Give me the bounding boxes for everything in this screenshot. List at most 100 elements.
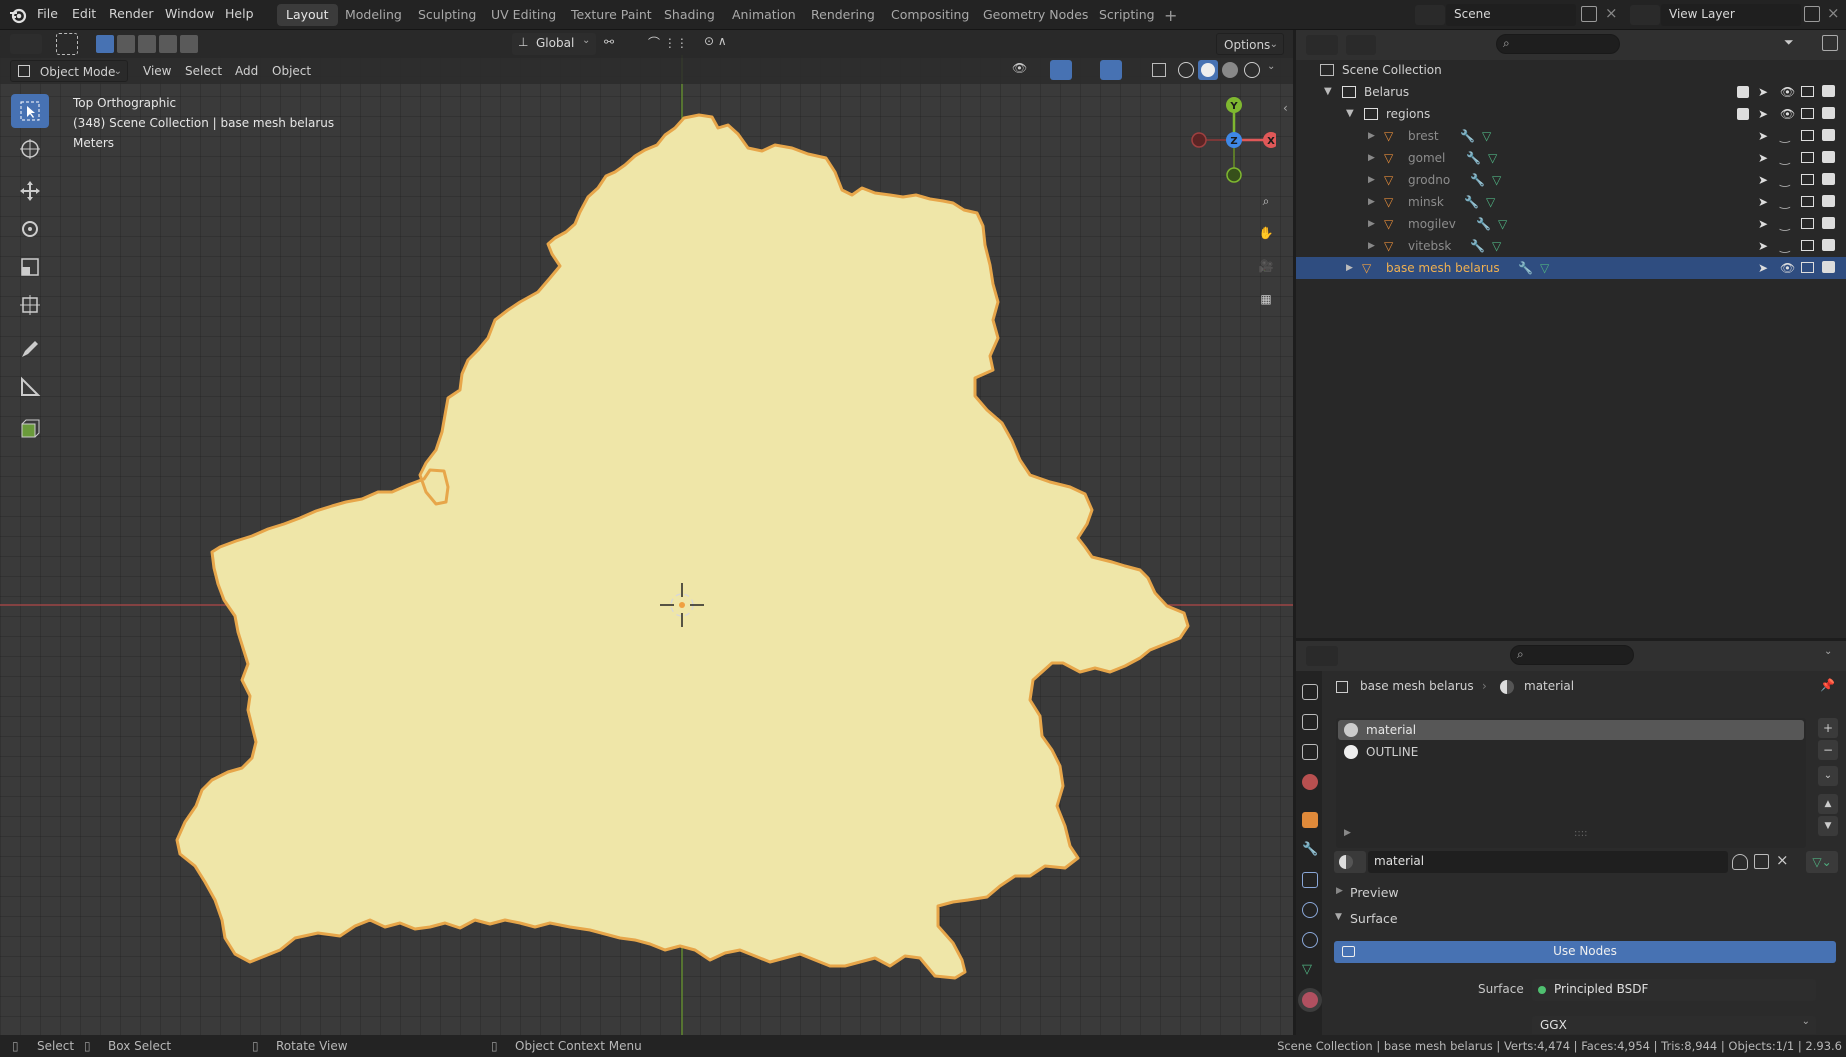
unlink-material-icon[interactable]: × <box>1776 851 1789 869</box>
viewport-disable-icon[interactable] <box>1801 152 1814 163</box>
outliner-editor-icon[interactable] <box>1306 35 1338 55</box>
selection-mode-icons[interactable] <box>96 35 198 53</box>
selectable-icon[interactable]: ➤ <box>1758 169 1768 191</box>
eye-icon[interactable]: 👁 <box>1780 257 1795 279</box>
new-view-layer-icon[interactable] <box>1804 6 1820 22</box>
selectable-icon[interactable]: ➤ <box>1758 147 1768 169</box>
outliner-row-base-mesh-belarus[interactable]: ▶ ▽ base mesh belarus 🔧 ▽ ➤ 👁 <box>1296 257 1846 279</box>
material-browse-button[interactable] <box>1334 851 1366 873</box>
select-tool-icon[interactable] <box>56 33 78 55</box>
distribution-dropdown[interactable]: GGX ⌄ <box>1532 1016 1816 1034</box>
physics-tab-icon[interactable] <box>1302 902 1318 918</box>
viewport-disable-icon[interactable] <box>1801 262 1814 273</box>
pivot-point-icon[interactable]: ⚯ <box>604 35 634 53</box>
delete-scene-icon[interactable]: × <box>1605 4 1618 22</box>
new-scene-icon[interactable] <box>1581 6 1597 22</box>
mode-dropdown[interactable]: Object Mode ⌄ <box>10 60 128 82</box>
viewport-disable-icon[interactable] <box>1801 240 1814 251</box>
transform-orientation-dropdown[interactable]: ⊥ Global ⌄ <box>512 33 596 55</box>
viewport-disable-icon[interactable] <box>1801 130 1814 141</box>
surface-shader-field[interactable]: Principled BSDF <box>1532 979 1816 1001</box>
viewport-disable-icon[interactable] <box>1801 86 1814 97</box>
menu-file[interactable]: File <box>37 6 58 21</box>
outliner-row-gomel[interactable]: ▶ ▽ gomel 🔧 ▽ ➤ ‿ <box>1296 147 1846 169</box>
menu-edit[interactable]: Edit <box>72 6 96 21</box>
expand-arrow-icon[interactable]: ▶ <box>1368 191 1375 213</box>
display-mode-icon[interactable] <box>1346 35 1376 55</box>
outliner-row-minsk[interactable]: ▶ ▽ minsk 🔧 ▽ ➤ ‿ <box>1296 191 1846 213</box>
render-disable-icon[interactable] <box>1822 173 1835 185</box>
expand-arrow-icon[interactable]: ▶ <box>1368 213 1375 235</box>
selectable-icon[interactable]: ➤ <box>1758 81 1768 103</box>
render-disable-icon[interactable] <box>1822 151 1835 163</box>
wireframe-shading-icon[interactable] <box>1178 62 1194 78</box>
camera-view-icon[interactable]: 🎥 <box>1253 253 1279 279</box>
tab-scripting[interactable]: Scripting <box>1090 4 1164 26</box>
outliner-row-belarus[interactable]: ▼ Belarus ➤ 👁 <box>1296 81 1846 103</box>
move-slot-down-button[interactable]: ▼ <box>1818 816 1838 836</box>
resize-handle-icon[interactable]: :::: <box>1574 828 1587 839</box>
add-slot-button[interactable]: + <box>1818 718 1838 738</box>
eye-hidden-icon[interactable]: ‿ <box>1780 147 1790 169</box>
properties-editor-icon[interactable] <box>1306 646 1338 666</box>
cursor-tool[interactable] <box>11 132 49 166</box>
selectable-icon[interactable]: ➤ <box>1758 191 1768 213</box>
render-disable-icon[interactable] <box>1822 129 1835 141</box>
render-disable-icon[interactable] <box>1822 195 1835 207</box>
material-slot-row[interactable]: OUTLINE <box>1338 742 1804 762</box>
expand-arrow-icon[interactable]: ▶ <box>1368 169 1375 191</box>
filter-icon[interactable]: ⏷ <box>1784 35 1794 50</box>
selectable-icon[interactable]: ➤ <box>1758 213 1768 235</box>
eye-icon[interactable]: 👁 <box>1780 103 1795 125</box>
output-tab-icon[interactable] <box>1302 714 1318 730</box>
preview-panel-header[interactable]: ▶ Preview <box>1330 882 1844 904</box>
collapse-sidebar-icon[interactable]: ‹ <box>1283 101 1288 115</box>
menu-window[interactable]: Window <box>165 6 214 21</box>
viewport-disable-icon[interactable] <box>1801 108 1814 119</box>
outliner-search-input[interactable]: ⌕ <box>1496 34 1620 54</box>
navigation-gizmo[interactable]: Y X Z <box>1186 92 1276 188</box>
rendered-shading-icon[interactable] <box>1244 62 1260 78</box>
tab-animation[interactable]: Animation <box>723 4 805 26</box>
view-layer-field[interactable]: View Layer <box>1661 4 1801 26</box>
material-tab-icon[interactable] <box>1302 992 1318 1008</box>
chevron-down-icon[interactable]: ⌄ <box>1824 646 1832 657</box>
tab-texture-paint[interactable]: Texture Paint <box>562 4 661 26</box>
expand-arrow-icon[interactable]: ▼ <box>1346 103 1354 125</box>
expand-arrow-icon[interactable]: ▶ <box>1368 235 1375 257</box>
visibility-icon[interactable]: 👁 <box>1012 61 1027 75</box>
selectable-icon[interactable]: ➤ <box>1758 257 1768 279</box>
eye-icon[interactable]: 👁 <box>1780 81 1795 103</box>
selectable-icon[interactable]: ➤ <box>1758 103 1768 125</box>
tab-uv-editing[interactable]: UV Editing <box>482 4 565 26</box>
selectable-icon[interactable]: ➤ <box>1758 125 1768 147</box>
scale-tool[interactable] <box>11 250 49 284</box>
modifier-tab-icon[interactable]: 🔧 <box>1302 842 1318 858</box>
add-workspace-icon[interactable]: + <box>1164 6 1177 25</box>
tab-layout[interactable]: Layout <box>277 4 338 26</box>
new-collection-icon[interactable] <box>1822 35 1838 51</box>
tab-modeling[interactable]: Modeling <box>336 4 411 26</box>
viewport-disable-icon[interactable] <box>1801 174 1814 185</box>
render-disable-icon[interactable] <box>1822 85 1835 97</box>
proportional-editing-icon[interactable]: ⊙ ∧ <box>704 34 744 54</box>
link-type-dropdown[interactable]: ▽⌄ <box>1806 851 1838 873</box>
measure-tool[interactable] <box>11 370 49 404</box>
editor-type-icon[interactable] <box>10 34 42 54</box>
outliner-row-mogilev[interactable]: ▶ ▽ mogilev 🔧 ▽ ➤ ‿ <box>1296 213 1846 235</box>
remove-slot-button[interactable]: − <box>1818 740 1838 760</box>
move-tool[interactable] <box>11 174 49 208</box>
expand-arrow-icon[interactable]: ▶ <box>1344 828 1351 838</box>
fake-user-icon[interactable] <box>1732 854 1748 870</box>
exclude-checkbox[interactable] <box>1737 86 1749 98</box>
xray-icon[interactable] <box>1152 63 1166 77</box>
overlay-toggle-icon[interactable] <box>1100 60 1122 80</box>
snap-icon[interactable]: ⌒ ⋮⋮ <box>648 34 694 54</box>
material-name-field[interactable]: material <box>1368 851 1728 873</box>
scene-tab-icon[interactable] <box>1302 774 1318 790</box>
grid-view-icon[interactable]: ▦ <box>1253 286 1279 312</box>
transform-tool[interactable] <box>11 288 49 322</box>
pan-hand-icon[interactable]: ✋ <box>1253 220 1279 246</box>
gizmo-toggle-icon[interactable] <box>1050 60 1072 80</box>
zoom-icon[interactable]: ⌕ <box>1253 188 1279 214</box>
